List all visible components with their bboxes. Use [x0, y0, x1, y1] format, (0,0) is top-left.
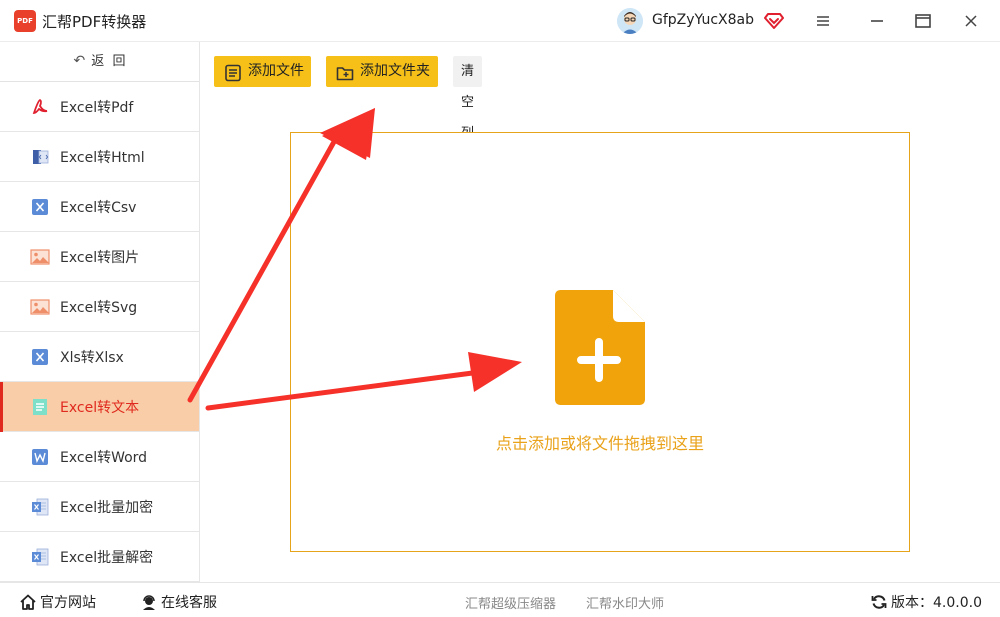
excel-file-icon — [30, 547, 50, 567]
sidebar-item-excel-to-html[interactable]: Excel转Html — [0, 132, 199, 182]
excel-icon — [30, 347, 50, 367]
back-arrow-icon: ↶ — [73, 53, 86, 69]
add-folder-icon — [336, 63, 354, 81]
sidebar-item-excel-batch-encrypt[interactable]: Excel批量加密 — [0, 482, 199, 532]
file-drop-zone[interactable]: 点击添加或将文件拖拽到这里 — [290, 132, 910, 552]
sidebar-item-excel-to-image[interactable]: Excel转图片 — [0, 232, 199, 282]
compressor-link[interactable]: 汇帮超级压缩器 — [465, 593, 556, 612]
back-label: 返 回 — [91, 54, 126, 69]
minimize-icon[interactable] — [866, 10, 888, 32]
sidebar-item-excel-to-csv[interactable]: Excel转Csv — [0, 182, 199, 232]
sidebar-item-excel-to-text[interactable]: Excel转文本 — [0, 382, 199, 432]
sidebar: ↶ 返 回 Excel转Pdf Excel转Html Excel转Csv Exce… — [0, 42, 200, 582]
sidebar-item-excel-to-pdf[interactable]: Excel转Pdf — [0, 82, 199, 132]
app-logo: PDF — [14, 10, 36, 32]
refresh-icon — [871, 594, 887, 610]
version-info[interactable]: 版本：4.0.0.0 — [871, 592, 982, 612]
online-support-label: 在线客服 — [161, 595, 217, 611]
back-button[interactable]: ↶ 返 回 — [0, 42, 199, 82]
pdf-icon — [30, 97, 50, 117]
clear-list-button[interactable]: 清空列表 — [453, 56, 483, 172]
add-folder-button[interactable]: 添加文件夹 — [326, 56, 438, 87]
official-website-label: 官方网站 — [40, 595, 96, 611]
sidebar-item-label: Excel转Csv — [60, 199, 137, 216]
menu-icon[interactable] — [812, 10, 834, 32]
app-title: 汇帮PDF转换器 — [42, 13, 147, 31]
sidebar-item-label: Excel转Html — [60, 149, 145, 166]
excel-icon — [30, 197, 50, 217]
sidebar-item-label: Excel转文本 — [60, 399, 140, 416]
watermark-link[interactable]: 汇帮水印大师 — [586, 593, 664, 612]
username[interactable]: GfpZyYucX8ab — [652, 12, 754, 28]
drop-hint-text: 点击添加或将文件拖拽到这里 — [495, 434, 704, 453]
add-folder-label: 添加文件夹 — [360, 63, 430, 79]
image-icon — [30, 297, 50, 317]
sidebar-item-label: Excel转Word — [60, 449, 148, 466]
home-icon — [20, 594, 36, 610]
html-icon — [30, 147, 50, 167]
add-file-large-icon[interactable] — [555, 290, 645, 405]
official-website-link[interactable]: 官方网站 — [20, 592, 96, 612]
add-file-button[interactable]: 添加文件 — [214, 56, 311, 87]
add-file-label: 添加文件 — [248, 63, 304, 79]
vip-diamond-icon[interactable] — [764, 10, 784, 30]
sidebar-item-label: Xls转Xlsx — [60, 349, 124, 366]
sidebar-item-xls-to-xlsx[interactable]: Xls转Xlsx — [0, 332, 199, 382]
word-icon — [30, 447, 50, 467]
title-bar: PDF 汇帮PDF转换器 GfpZyYucX8ab — [0, 0, 1000, 42]
online-support-link[interactable]: 在线客服 — [141, 592, 217, 612]
sidebar-item-label: Excel批量加密 — [60, 499, 154, 516]
footer: 官方网站 在线客服 汇帮超级压缩器 汇帮水印大师 版本：4.0.0.0 — [0, 582, 1000, 617]
sidebar-item-label: Excel批量解密 — [60, 549, 154, 566]
sidebar-item-label: Excel转Svg — [60, 299, 138, 316]
add-file-icon — [224, 63, 242, 82]
close-icon[interactable] — [960, 10, 982, 32]
user-avatar[interactable] — [617, 8, 643, 34]
sidebar-item-label: Excel转Pdf — [60, 99, 134, 116]
version-label: 版本：4.0.0.0 — [891, 595, 982, 611]
sidebar-item-excel-to-svg[interactable]: Excel转Svg — [0, 282, 199, 332]
excel-file-icon — [30, 497, 50, 517]
text-file-icon — [30, 397, 50, 417]
image-icon — [30, 247, 50, 267]
sidebar-item-excel-to-word[interactable]: Excel转Word — [0, 432, 199, 482]
sidebar-item-excel-batch-decrypt[interactable]: Excel批量解密 — [0, 532, 199, 582]
sidebar-item-label: Excel转图片 — [60, 249, 140, 266]
support-headset-icon — [141, 594, 157, 610]
maximize-icon[interactable] — [912, 10, 934, 32]
